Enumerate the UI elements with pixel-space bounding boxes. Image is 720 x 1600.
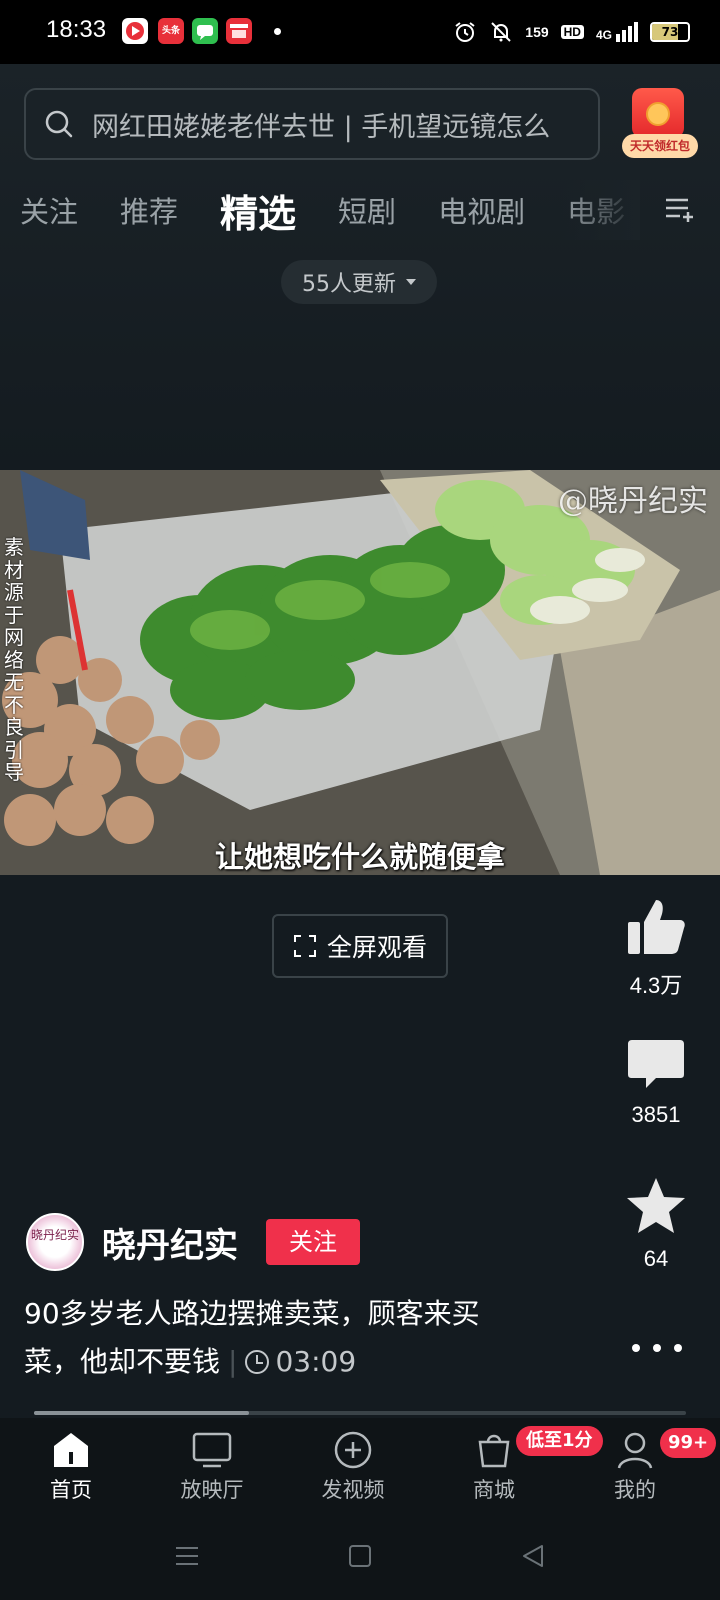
video-progress-bar[interactable]: [34, 1411, 686, 1415]
bottom-nav: 首页 放映厅 发视频 商城 我的 低至1分 99+: [0, 1418, 720, 1518]
author-row: 晓丹纪实 晓丹纪实 关注: [26, 1213, 360, 1271]
nav-theater-label: 放映厅: [180, 1478, 244, 1502]
source-disclaimer: 素材源于网络无不良引导: [4, 535, 24, 784]
video-watermark: @晓丹纪实: [558, 484, 708, 519]
net-speed: 159: [525, 24, 549, 40]
comment-button[interactable]: 3851: [618, 1036, 694, 1128]
add-circle-icon: [332, 1430, 374, 1470]
comment-icon: [628, 1040, 684, 1088]
signal-icon: 4G: [596, 22, 638, 42]
fullscreen-icon: [293, 935, 316, 957]
nav-me-label: 我的: [614, 1478, 656, 1502]
back-icon[interactable]: [520, 1544, 546, 1568]
user-icon: [614, 1430, 656, 1470]
duration-text: 03:09: [275, 1345, 357, 1378]
duration: 03:09: [245, 1345, 356, 1378]
shop-app-icon: [226, 18, 252, 44]
avatar[interactable]: 晓丹纪实: [26, 1213, 84, 1271]
video-player[interactable]: 素材源于网络无不良引导 @晓丹纪实 让她想吃什么就随便拿: [0, 470, 720, 875]
home-button-icon[interactable]: [348, 1544, 372, 1568]
favorite-count: 64: [643, 1246, 669, 1271]
search-placeholder: 网红田姥姥老伴去世 | 手机望远镜怎么: [92, 111, 551, 143]
message-app-icon: [192, 18, 218, 44]
mall-badge: 低至1分: [516, 1426, 603, 1456]
video-description[interactable]: 90多岁老人路边摆摊卖菜，顾客来买菜，他却不要钱 | 03:09: [24, 1290, 524, 1386]
toutiao-app-icon: 头条: [158, 18, 184, 44]
video-progress-fill: [34, 1411, 250, 1415]
search-icon: [45, 110, 73, 138]
more-options-icon[interactable]: [632, 1340, 682, 1356]
battery-level: 73: [661, 25, 679, 39]
fullscreen-label: 全屏观看: [326, 933, 427, 962]
fullscreen-button[interactable]: 全屏观看: [272, 914, 448, 978]
red-packet-button[interactable]: 天天领红包: [622, 88, 698, 162]
tab-follow[interactable]: 关注: [20, 189, 78, 231]
top-area: 网红田姥姥老伴去世 | 手机望远镜怎么 天天领红包 关注 推荐 精选 短剧 电视…: [0, 64, 720, 470]
clock-icon: [245, 1350, 270, 1374]
description-separator: |: [228, 1345, 238, 1378]
star-icon: [627, 1178, 685, 1233]
alarm-icon: [453, 20, 477, 44]
shopping-bag-icon: [473, 1430, 515, 1470]
network-type: 4G: [595, 28, 612, 42]
follow-button[interactable]: 关注: [266, 1219, 360, 1265]
status-bar: 18:33 头条 159 HD 4G 73: [0, 0, 720, 64]
like-button[interactable]: 4.3万: [618, 896, 694, 1000]
tab-short-drama[interactable]: 短剧: [338, 189, 396, 231]
me-badge: 99+: [660, 1428, 717, 1458]
update-count-pill[interactable]: 55人更新: [281, 260, 437, 304]
recent-apps-icon[interactable]: [174, 1544, 200, 1568]
hd-indicator: HD: [560, 25, 584, 39]
nav-mall-label: 商城: [473, 1478, 515, 1502]
tv-icon: [191, 1430, 233, 1470]
video-subtitle: 让她想吃什么就随便拿: [214, 840, 505, 874]
nav-post-video[interactable]: 发视频: [298, 1430, 408, 1504]
tab-featured[interactable]: 精选: [220, 183, 296, 238]
search-bar[interactable]: 网红田姥姥老伴去世 | 手机望远镜怎么: [24, 88, 600, 160]
tab-recommend[interactable]: 推荐: [120, 189, 178, 231]
video-app-icon: [122, 18, 148, 44]
favorite-button[interactable]: 64: [618, 1176, 694, 1272]
nav-theater[interactable]: 放映厅: [157, 1430, 267, 1504]
like-count: 4.3万: [629, 973, 683, 998]
notification-dot: [274, 28, 281, 35]
author-name[interactable]: 晓丹纪实: [102, 1218, 238, 1267]
battery-icon: 73: [650, 22, 690, 42]
update-count-label: 55人更新: [302, 272, 396, 297]
home-icon: [50, 1430, 92, 1470]
nav-home-label: 首页: [50, 1478, 92, 1502]
status-indicators: 159 HD 4G 73: [453, 14, 690, 50]
tabs-fade: [560, 180, 640, 240]
red-packet-label: 天天领红包: [622, 134, 698, 158]
video-frame: [0, 470, 720, 875]
status-time: 18:33: [46, 16, 107, 43]
mute-icon: [489, 20, 513, 44]
thumbs-up-icon: [628, 900, 685, 954]
comment-count: 3851: [631, 1102, 681, 1127]
nav-post-video-label: 发视频: [321, 1478, 385, 1502]
caret-down-icon: [406, 279, 416, 285]
channel-menu-icon[interactable]: [664, 196, 694, 224]
tab-tv-series[interactable]: 电视剧: [438, 189, 525, 231]
system-nav-bar: [0, 1518, 720, 1600]
avatar-text: 晓丹纪实: [30, 1228, 79, 1242]
nav-home[interactable]: 首页: [16, 1430, 126, 1504]
coin-icon: [646, 102, 670, 126]
